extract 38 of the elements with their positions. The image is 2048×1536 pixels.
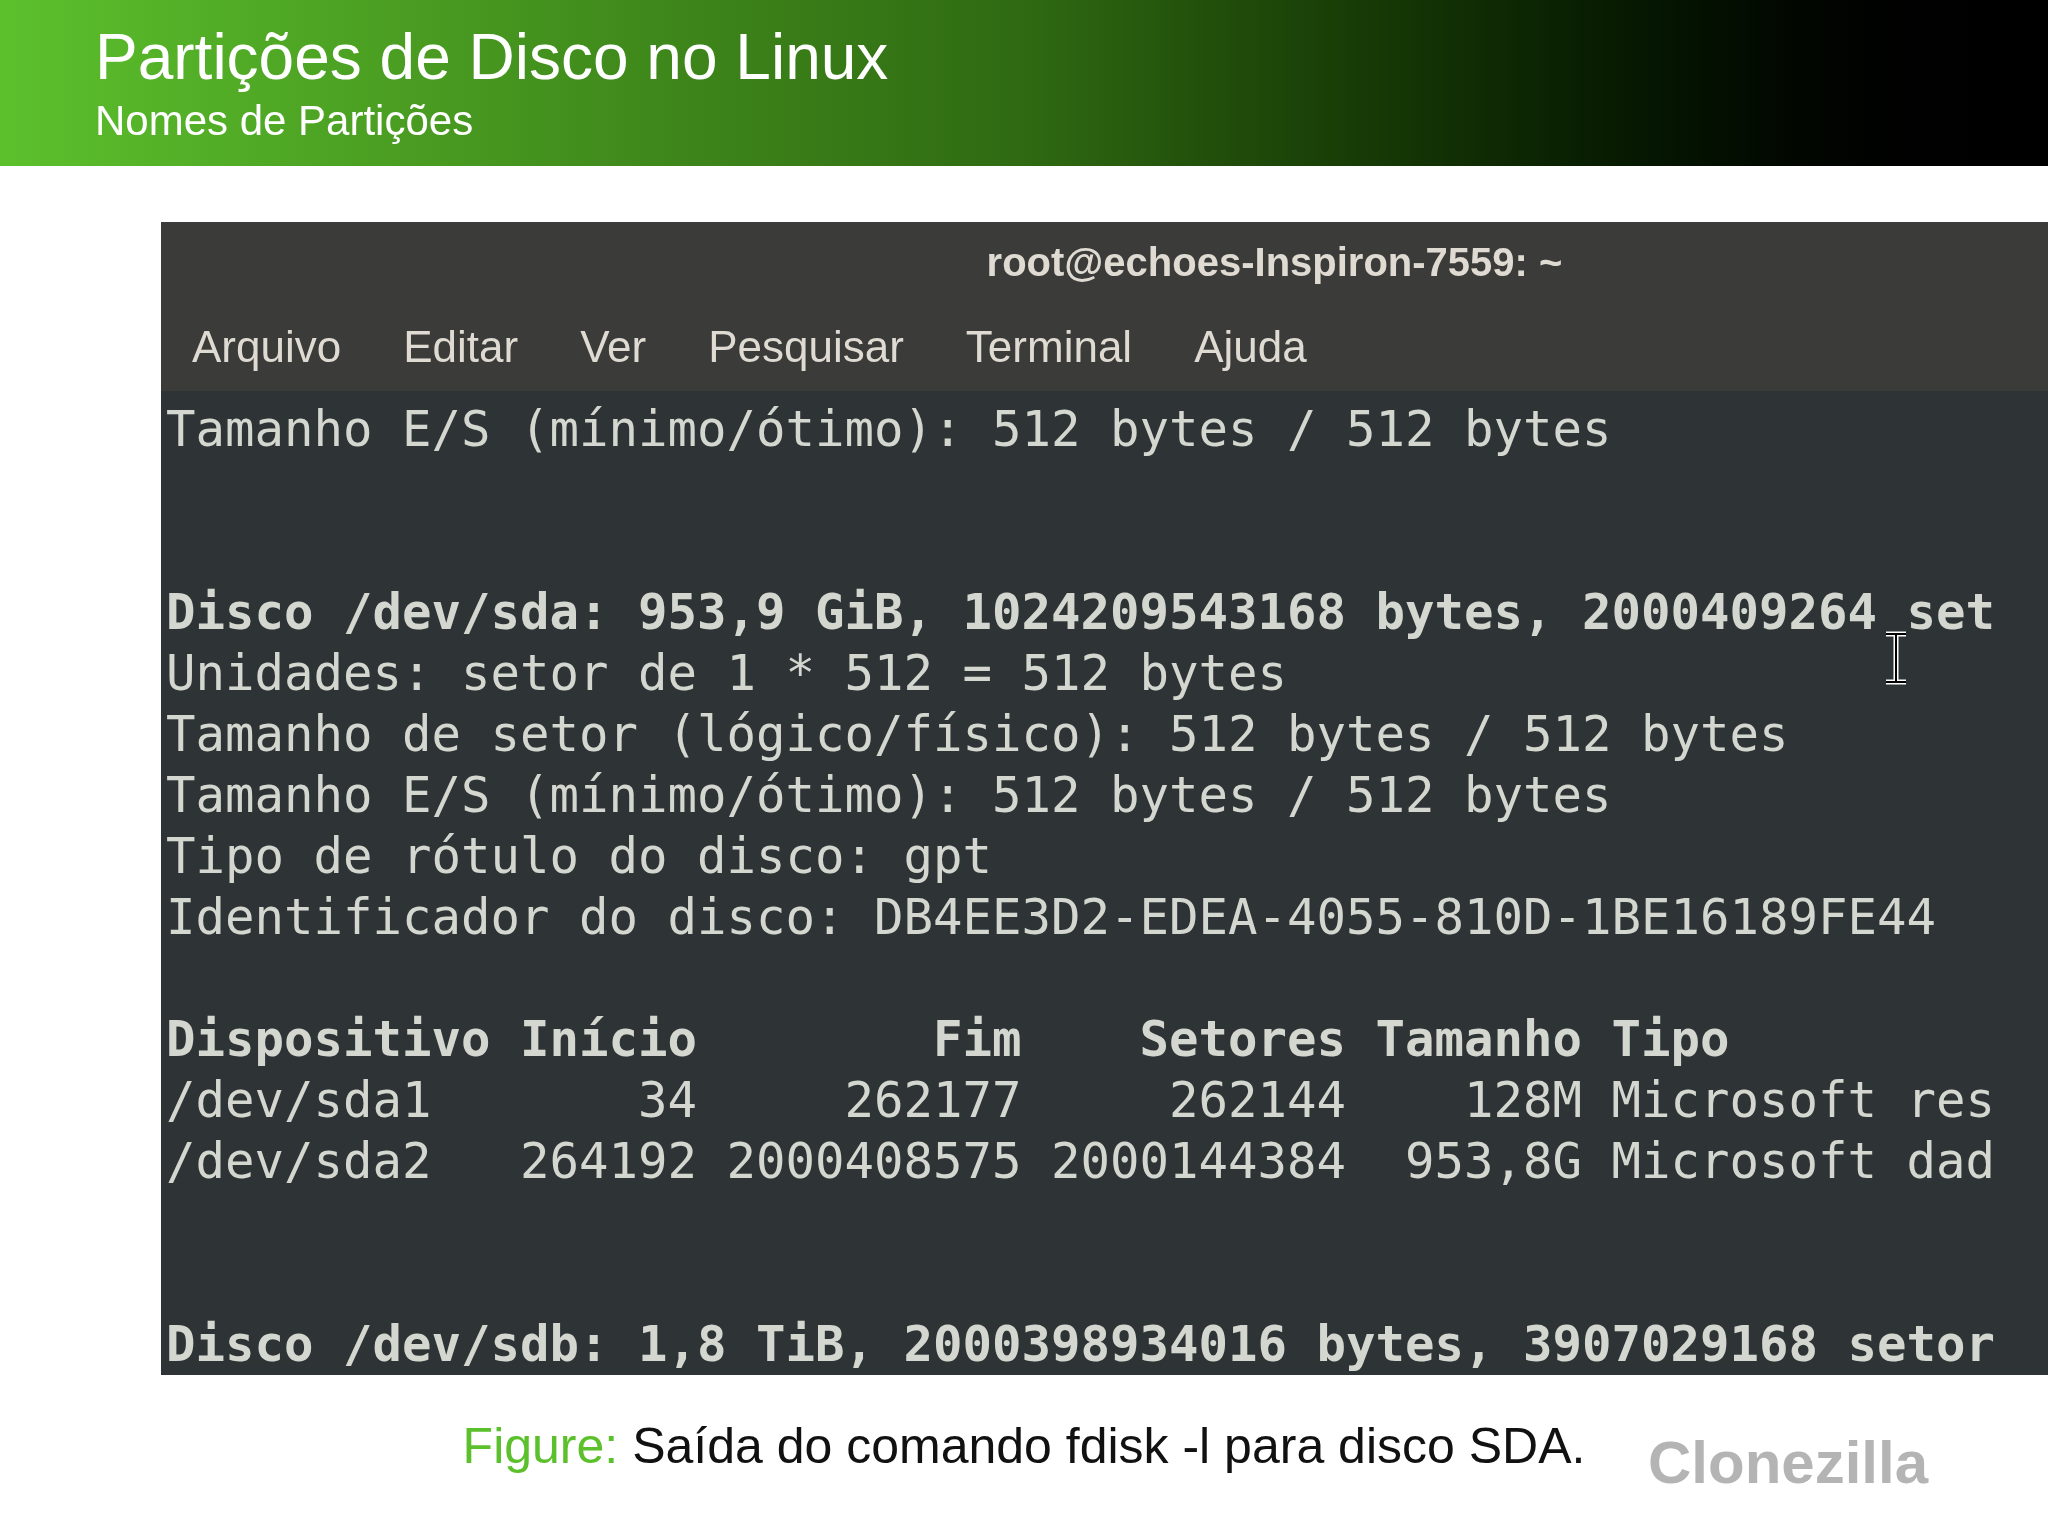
slide-title: Partições de Disco no Linux bbox=[95, 20, 889, 95]
table-cell-text: 34 bbox=[637, 1071, 697, 1131]
table-cell-text: 128M bbox=[1463, 1071, 1582, 1131]
table-cell-text: 953,8G bbox=[1404, 1132, 1582, 1192]
terminal-line: Unidades: setor de 1 * 512 = 512 bytes bbox=[166, 644, 1288, 704]
terminal-line: Disco /dev/sdb: 1,8 TiB, 2000398934016 bytes, 3907029168 setor bbox=[166, 1315, 1996, 1375]
menu-item[interactable]: Ajuda bbox=[1194, 313, 1307, 380]
column-header: Setores bbox=[1138, 1010, 1346, 1070]
column-header: Início bbox=[520, 1010, 697, 1070]
table-cell-text: Microsoft dad bbox=[1611, 1132, 1995, 1192]
logo-text: Clonezilla bbox=[1648, 1428, 1929, 1498]
table-cell-text: /dev/sda2 bbox=[166, 1132, 433, 1192]
figure-caption: Figure: Saída do comando fdisk -l para disco SDA. bbox=[462, 1417, 1586, 1476]
menu-item[interactable]: Ver bbox=[580, 313, 647, 380]
terminal-line: Tamanho E/S (mínimo/ótimo): 512 bytes / 512 bytes bbox=[166, 766, 1612, 826]
terminal-line: Tamanho de setor (lógico/físico): 512 bytes / 512 bytes bbox=[166, 705, 1789, 765]
column-header: Dispositivo bbox=[166, 1010, 491, 1070]
table-cell-text: 262144 bbox=[1168, 1071, 1346, 1131]
column-header: Tipo bbox=[1611, 1010, 1730, 1070]
menu-item[interactable]: Terminal bbox=[965, 313, 1133, 380]
menu-item[interactable]: Pesquisar bbox=[708, 313, 904, 380]
table-cell-text: /dev/sda1 bbox=[166, 1071, 433, 1131]
slide-subtitle: Nomes de Partições bbox=[95, 96, 474, 146]
terminal-line: Identificador do disco: DB4EE3D2-EDEA-4055-810D-1BE16189FE44 bbox=[166, 888, 1937, 948]
menu-item[interactable]: Editar bbox=[403, 313, 519, 380]
table-cell-text: Microsoft res bbox=[1611, 1071, 1995, 1131]
text-cursor-icon bbox=[1883, 631, 1909, 685]
table-cell-text: 2000408575 bbox=[726, 1132, 1022, 1192]
table-cell-text: 264192 bbox=[520, 1132, 697, 1192]
table-cell-text: 262177 bbox=[843, 1071, 1022, 1131]
menu-item[interactable]: Arquivo bbox=[192, 313, 342, 380]
window-title: root@echoes-Inspiron-7559: ~ bbox=[986, 239, 1563, 287]
terminal-line: Tamanho E/S (mínimo/ótimo): 512 bytes / 512 bytes bbox=[166, 400, 1612, 460]
column-header: Fim bbox=[932, 1010, 1022, 1070]
column-header: Tamanho bbox=[1375, 1010, 1582, 1070]
terminal-line: Disco /dev/sda: 953,9 GiB, 1024209543168 bytes, 2000409264 set bbox=[166, 583, 1996, 643]
terminal-line: Tipo de rótulo do disco: gpt bbox=[166, 827, 992, 887]
table-cell-text: 2000144384 bbox=[1051, 1132, 1346, 1192]
